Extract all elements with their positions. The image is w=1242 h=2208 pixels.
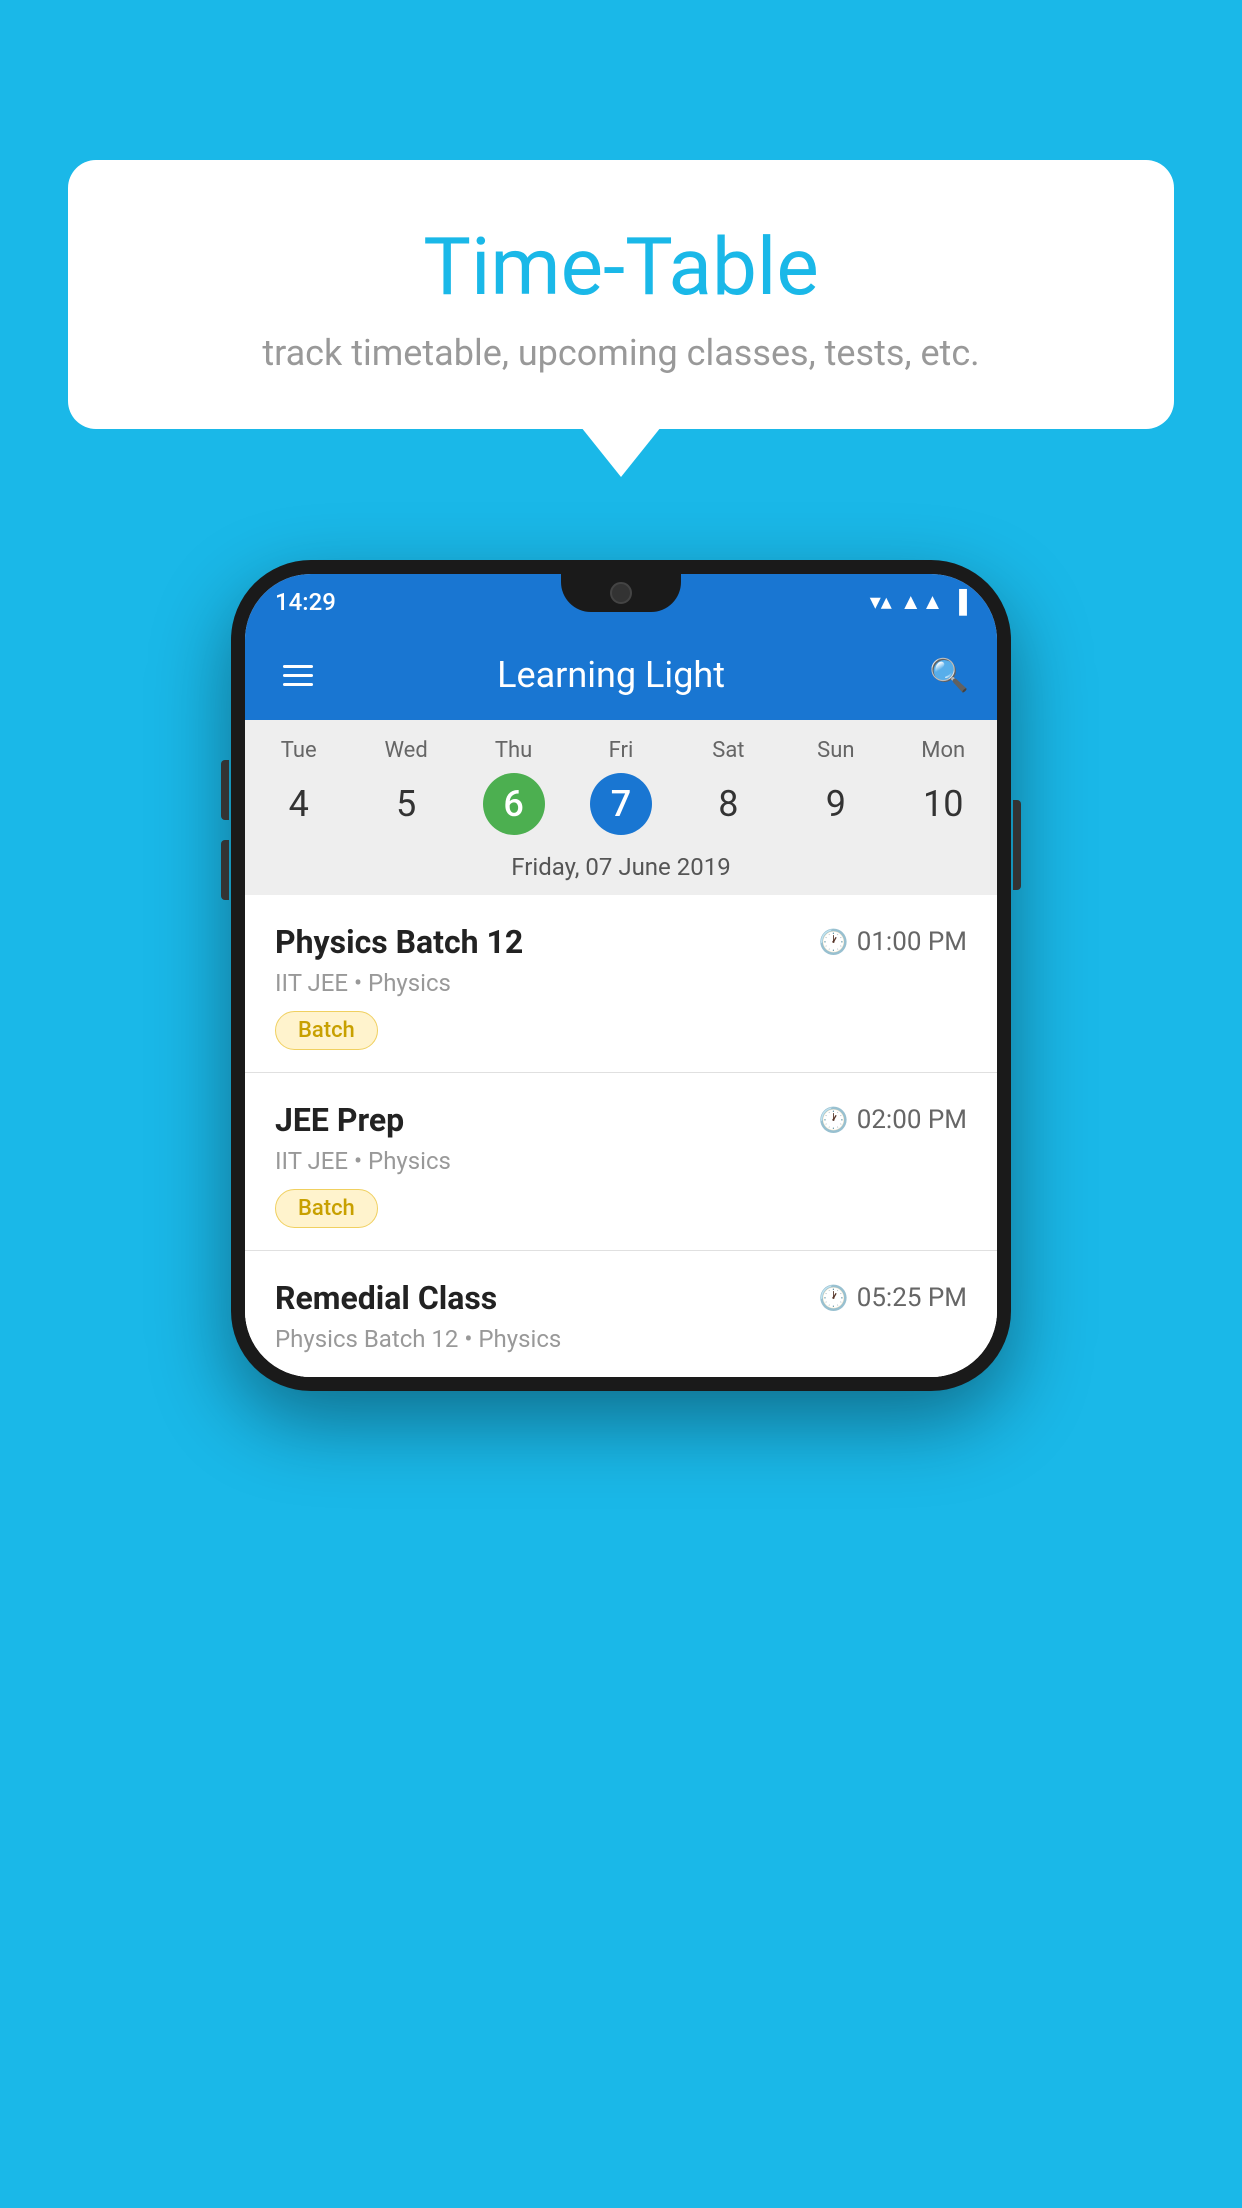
day-name: Tue	[245, 738, 352, 763]
calendar-section: Tue 4 Wed 5 Thu 6 Fri 7 Sat 8 Sun 9 Mon 10 Friday, 07…	[245, 720, 997, 895]
power-button	[1013, 800, 1021, 890]
schedule-name: Remedial Class	[275, 1279, 497, 1317]
day-number: 4	[268, 773, 330, 835]
day-number: 10	[912, 773, 974, 835]
clock-icon: 🕐	[819, 1106, 849, 1134]
schedule-time: 🕐 05:25 PM	[819, 1283, 967, 1313]
selected-date-label: Friday, 07 June 2019	[245, 843, 997, 895]
speech-bubble-container: Time-Table track timetable, upcoming cla…	[68, 160, 1174, 429]
schedule-name: JEE Prep	[275, 1101, 404, 1139]
day-col-8[interactable]: Sat 8	[675, 738, 782, 835]
status-time: 14:29	[275, 588, 336, 616]
schedule-item-header: Physics Batch 12 🕐 01:00 PM	[275, 923, 967, 961]
day-col-9[interactable]: Sun 9	[782, 738, 889, 835]
days-row: Tue 4 Wed 5 Thu 6 Fri 7 Sat 8 Sun 9 Mon 10	[245, 720, 997, 843]
phone-mockup: 14:29 ▾▴ ▲▲ ▐ Learning Light 🔍	[231, 560, 1011, 1391]
schedule-meta: IIT JEE • Physics	[275, 1147, 967, 1175]
phone-camera	[610, 582, 632, 604]
speech-bubble: Time-Table track timetable, upcoming cla…	[68, 160, 1174, 429]
day-name: Thu	[460, 738, 567, 763]
phone-screen: 14:29 ▾▴ ▲▲ ▐ Learning Light 🔍	[245, 574, 997, 1377]
phone-outer: 14:29 ▾▴ ▲▲ ▐ Learning Light 🔍	[231, 560, 1011, 1391]
schedule-item[interactable]: JEE Prep 🕐 02:00 PM IIT JEE • Physics Batch	[245, 1073, 997, 1251]
day-number: 9	[805, 773, 867, 835]
day-name: Fri	[567, 738, 674, 763]
status-icons: ▾▴ ▲▲ ▐	[870, 589, 967, 615]
batch-tag: Batch	[275, 1011, 378, 1050]
schedule-item-header: JEE Prep 🕐 02:00 PM	[275, 1101, 967, 1139]
day-col-7[interactable]: Fri 7	[567, 738, 674, 835]
schedule-item-header: Remedial Class 🕐 05:25 PM	[275, 1279, 967, 1317]
volume-down-button	[221, 840, 229, 900]
day-col-4[interactable]: Tue 4	[245, 738, 352, 835]
battery-icon: ▐	[951, 589, 967, 615]
day-col-10[interactable]: Mon 10	[890, 738, 997, 835]
day-name: Wed	[352, 738, 459, 763]
schedule-item[interactable]: Physics Batch 12 🕐 01:00 PM IIT JEE • Phys…	[245, 895, 997, 1073]
day-name: Sun	[782, 738, 889, 763]
batch-tag: Batch	[275, 1189, 378, 1228]
schedule-meta: IIT JEE • Physics	[275, 969, 967, 997]
day-name: Sat	[675, 738, 782, 763]
schedule-time: 🕐 02:00 PM	[819, 1105, 967, 1135]
volume-up-button	[221, 760, 229, 820]
day-number: 8	[697, 773, 759, 835]
schedule-meta: Physics Batch 12 • Physics	[275, 1325, 967, 1353]
day-col-5[interactable]: Wed 5	[352, 738, 459, 835]
day-number: 7	[590, 773, 652, 835]
signal-icon: ▲▲	[900, 589, 944, 615]
day-name: Mon	[890, 738, 997, 763]
day-number: 6	[483, 773, 545, 835]
app-title: Learning Light	[293, 654, 929, 696]
day-number: 5	[375, 773, 437, 835]
schedule-list: Physics Batch 12 🕐 01:00 PM IIT JEE • Phys…	[245, 895, 997, 1377]
bubble-title: Time-Table	[118, 220, 1124, 314]
phone-notch	[561, 574, 681, 612]
wifi-icon: ▾▴	[870, 590, 892, 615]
app-bar: Learning Light 🔍	[245, 630, 997, 720]
clock-icon: 🕐	[819, 1284, 849, 1312]
schedule-name: Physics Batch 12	[275, 923, 523, 961]
bubble-subtitle: track timetable, upcoming classes, tests…	[118, 332, 1124, 374]
clock-icon: 🕐	[819, 928, 849, 956]
search-icon[interactable]: 🔍	[929, 656, 969, 694]
day-col-6[interactable]: Thu 6	[460, 738, 567, 835]
schedule-time: 🕐 01:00 PM	[819, 927, 967, 957]
schedule-item[interactable]: Remedial Class 🕐 05:25 PM Physics Batch 12…	[245, 1251, 997, 1377]
